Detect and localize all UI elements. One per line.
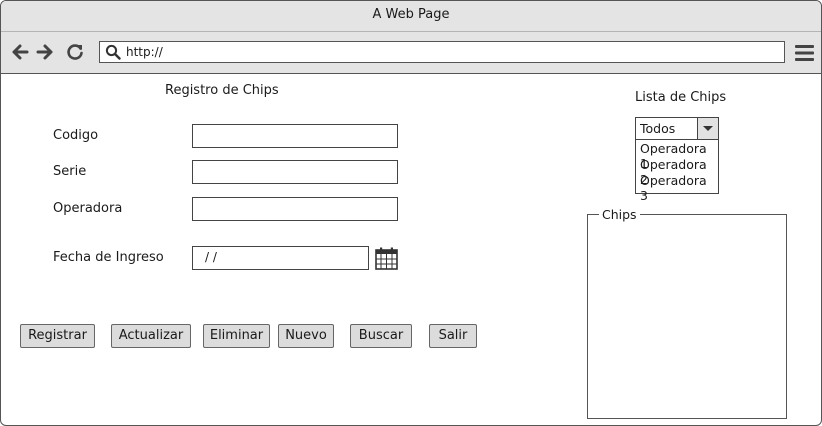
select-options-list: Operadora 1 Operadora 2 Operadora 3: [635, 140, 719, 203]
fecha-field[interactable]: / /: [192, 246, 369, 270]
select-toggle[interactable]: [697, 118, 718, 139]
hamburger-menu-icon[interactable]: [795, 45, 814, 61]
back-arrow-icon[interactable]: [10, 42, 30, 62]
url-text: http://: [126, 45, 163, 59]
operadora-field[interactable]: [192, 197, 398, 221]
operadora-filter-select[interactable]: Todos: [635, 117, 719, 140]
serie-field[interactable]: [192, 160, 398, 184]
form-title: Registro de Chips: [165, 83, 279, 98]
salir-button[interactable]: Salir: [429, 324, 477, 348]
select-value: Todos: [640, 121, 676, 136]
fecha-label: Fecha de Ingreso: [53, 250, 164, 265]
actualizar-button[interactable]: Actualizar: [111, 324, 191, 348]
browser-window: A Web Page http:// Registro de Chips Cod…: [0, 0, 822, 426]
calendar-icon[interactable]: [375, 247, 398, 270]
chips-group-label: Chips: [599, 207, 640, 222]
window-title: A Web Page: [372, 7, 450, 22]
list-title: Lista de Chips: [635, 90, 727, 105]
eliminar-button[interactable]: Eliminar: [203, 324, 270, 348]
codigo-label: Codigo: [53, 128, 99, 143]
chevron-down-icon: [703, 126, 713, 131]
title-bar: A Web Page: [1, 1, 821, 32]
address-bar[interactable]: http://: [99, 41, 785, 63]
registrar-button[interactable]: Registrar: [20, 324, 95, 348]
buscar-button[interactable]: Buscar: [350, 324, 412, 348]
serie-label: Serie: [53, 164, 87, 179]
codigo-field[interactable]: [192, 124, 398, 148]
forward-arrow-icon[interactable]: [35, 42, 55, 62]
select-option[interactable]: Operadora 3: [640, 173, 718, 203]
chips-group: Chips: [587, 207, 787, 419]
operadora-label: Operadora: [53, 201, 123, 216]
nuevo-button[interactable]: Nuevo: [278, 324, 334, 348]
reload-icon[interactable]: [65, 42, 85, 62]
browser-toolbar: http://: [1, 32, 821, 74]
search-icon: [105, 44, 121, 60]
